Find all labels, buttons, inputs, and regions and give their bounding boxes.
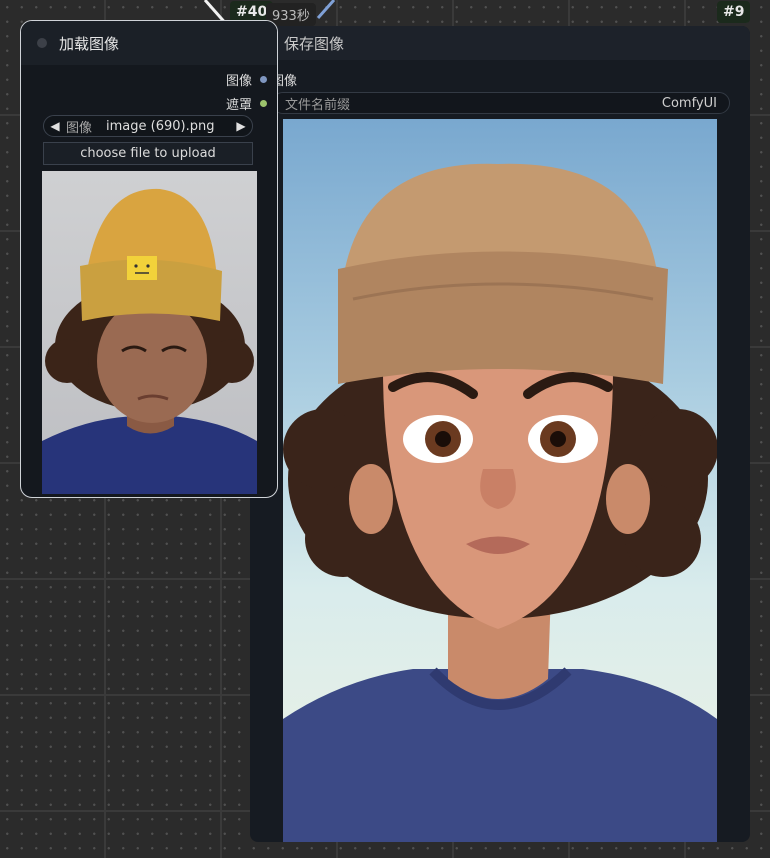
image-picker-value: image (690).png [106,118,215,134]
image-file-picker[interactable]: ◀ 图像 image (690).png ▶ [43,115,253,137]
mask-output[interactable]: 遮罩 [226,94,277,113]
input-image-preview [42,171,257,494]
photo-portrait-image [42,188,257,494]
filename-prefix-value: ComfyUI [661,95,717,111]
mask-output-label: 遮罩 [225,98,252,113]
image-output-label: 图像 [225,74,252,89]
cartoon-portrait-image [283,163,717,842]
prev-arrow-icon[interactable]: ◀ [44,119,66,133]
image-picker-label: 图像 [66,120,93,136]
save-image-node[interactable]: 保存图像 文件名前缀 ComfyUI [250,26,750,842]
image-output-slot[interactable] [260,76,267,83]
filename-prefix-field[interactable]: 文件名前缀 ComfyUI [272,92,730,114]
mask-output-slot[interactable] [260,100,267,107]
filename-prefix-label: 文件名前缀 [285,97,351,113]
save-node-id-badge: #9 [717,1,751,23]
upload-button[interactable]: choose file to upload [43,142,253,165]
output-image-preview[interactable] [283,119,717,842]
load-node-title-bar[interactable]: 加载图像 [21,21,277,65]
save-node-title[interactable]: 保存图像 [250,26,750,60]
load-image-node[interactable]: 加载图像 图像 遮罩 ◀ 图像 image (690).png ▶ choose… [20,20,278,498]
load-node-title: 加载图像 [59,34,120,53]
collapse-dot-icon[interactable] [37,38,47,48]
image-output[interactable]: 图像 [226,70,277,89]
next-arrow-icon[interactable]: ▶ [230,119,252,133]
